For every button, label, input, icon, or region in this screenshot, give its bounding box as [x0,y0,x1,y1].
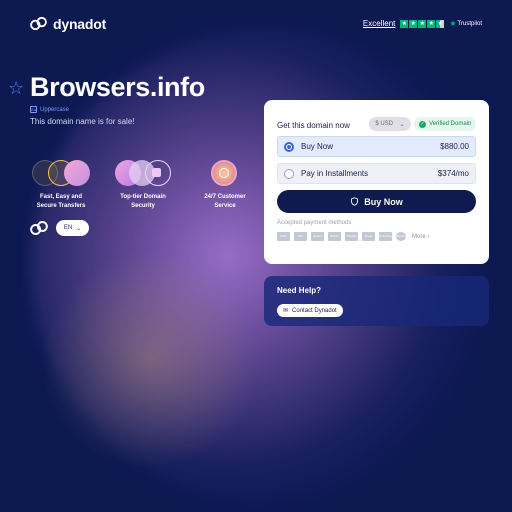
bank-transfer-icon: BANK [328,232,341,241]
trustpilot-rating[interactable]: Excellent ★ ★ ★ ★ ★ ★ Trustpilot [363,19,482,28]
option-label: Buy Now [301,142,334,151]
amex-icon: AMEX [311,232,324,241]
feature-label-line2: Secure Transfers [36,203,86,209]
more-payment-methods-link[interactable]: More › [412,234,429,240]
option-installments[interactable]: Pay in Installments $374/mo [277,163,476,184]
feature-customer-service: 24/7 Customer Service [180,160,270,211]
domain-name: Browsers.info [30,72,205,102]
feature-secure-transfers: Fast, Easy and Secure Transfers [16,160,106,211]
clock-icon [211,160,239,186]
option-price: $880.00 [440,142,469,151]
feature-label-line1: Fast, Easy and [39,194,83,200]
clock-face [219,168,229,178]
lock-icon [115,160,171,186]
mastercard-icon: MC [294,232,307,241]
verified-badge: ✓ Verified Domain [414,117,477,131]
shield-icon [351,197,359,206]
option-buy-now[interactable]: Buy Now $880.00 [277,136,476,157]
buy-now-label: Buy Now [364,196,403,207]
language-selector[interactable]: EN ⌄ [56,220,89,236]
uppercase-label: Uppercase [40,106,70,113]
purchase-card: Get this domain now $ USD ⌄ ✓ Verified D… [264,100,489,264]
feature-domain-security: Top-tier Domain Security [98,160,188,211]
radio-buy-now[interactable] [284,141,294,152]
background-glow-warm [40,250,260,470]
feature-label-line2: Service [214,203,236,209]
trustpilot-name: Trustpilot [457,20,482,27]
chevron-down-icon: ⌄ [399,121,405,128]
feature-label-line1: 24/7 Customer [204,194,246,200]
verified-label: Verified Domain [429,121,472,127]
trustpilot-logo: ★ Trustpilot [449,19,482,28]
bitcoin-icon: Bitcoin [396,232,406,241]
feature-label-line2: Security [131,203,155,209]
star-icon: ★ [400,19,409,28]
star-icon: ★ [409,19,418,28]
language-value: EN [63,225,73,231]
payment-methods-label: Accepted payment methods [277,220,352,226]
purchase-heading: Get this domain now [277,121,350,130]
unionpay-icon: UnionPay [379,232,392,241]
star-icon: ★ [427,19,436,28]
trustpilot-star-icon: ★ [449,19,457,28]
dynadot-logo[interactable]: dynadot [30,15,106,32]
rating-label[interactable]: Excellent [363,19,395,28]
check-icon: ✓ [419,120,426,128]
contact-button[interactable]: ✉ Contact Dynadot [277,304,343,317]
buy-now-button[interactable]: Buy Now [277,190,476,213]
more-label: More [412,233,426,240]
star-icon: ★ [418,19,427,28]
currency-value: $ USD [375,121,393,127]
chevron-down-icon: ⌄ [76,225,82,232]
uppercase-toggle[interactable]: Aa Uppercase [30,106,69,113]
sale-text: This domain name is for sale! [30,117,135,126]
feature-label-line1: Top-tier Domain [120,194,166,200]
payment-icons: VISA MC AMEX BANK PayPal Alipay UnionPay… [277,232,429,241]
rating-stars: ★ ★ ★ ★ ★ [400,19,445,28]
currency-select[interactable]: $ USD ⌄ [369,117,411,131]
transfer-icon [32,160,90,186]
option-label: Pay in Installments [301,169,369,178]
help-title: Need Help? [277,286,322,295]
brand-name: dynadot [53,15,107,32]
visa-icon: VISA [277,232,290,241]
half-star-icon: ★ [436,19,445,28]
dynadot-mark-icon [30,221,48,235]
favorite-star-icon[interactable]: ☆ [8,78,24,99]
option-price: $374/mo [437,169,469,178]
paypal-icon: PayPal [345,232,358,241]
alipay-icon: Alipay [362,232,375,241]
radio-installments[interactable] [284,168,294,179]
help-panel: Need Help? ✉ Contact Dynadot [264,276,489,326]
dynadot-logo-icon [30,16,47,31]
uppercase-icon: Aa [30,106,37,113]
contact-label: Contact Dynadot [292,307,337,314]
padlock-shape [152,168,161,177]
mail-icon: ✉ [283,308,289,314]
